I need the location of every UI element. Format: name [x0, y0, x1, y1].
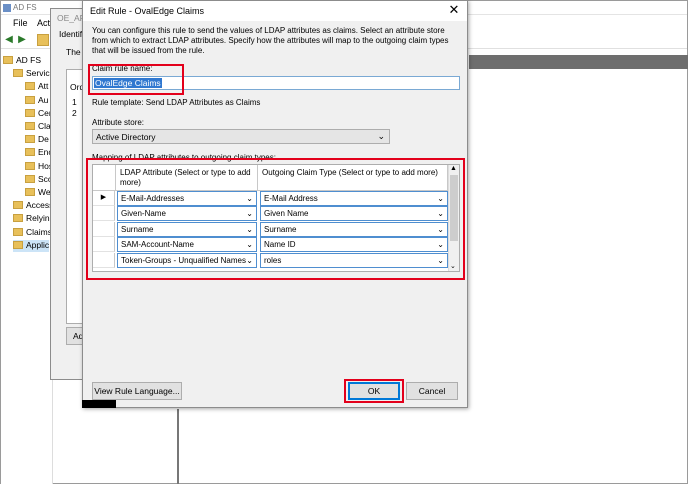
tree-item-label: Att — [38, 81, 49, 92]
tree-item[interactable]: Cer — [25, 108, 52, 120]
tree-item[interactable]: Au — [25, 95, 48, 107]
pane-divider — [177, 409, 179, 484]
highlight-box-mapping — [86, 158, 465, 280]
folder-icon — [25, 122, 35, 130]
highlight-box-ok — [344, 379, 404, 403]
tree-item[interactable]: Hos — [25, 161, 53, 173]
tree-item[interactable]: Applic — [13, 239, 50, 252]
tree-item[interactable]: Access — [13, 200, 53, 212]
folder-icon — [3, 56, 13, 64]
folder-icon — [13, 214, 23, 223]
tree-item[interactable]: Service — [13, 68, 54, 80]
folder-icon — [25, 161, 35, 170]
tree-item[interactable]: Att — [25, 81, 48, 93]
rule-row-order[interactable]: 1 — [72, 97, 77, 107]
rule-row-order[interactable]: 2 — [72, 108, 77, 118]
folder-up-icon[interactable] — [37, 34, 49, 46]
console-tree: AD FS Service Att Au Cer Cla De Enc Hos Sco We Acce… — [1, 51, 54, 484]
attribute-store-value: Active Directory — [96, 132, 156, 142]
tree-item-label: Applic — [26, 239, 50, 250]
folder-icon — [25, 82, 35, 91]
tree-item-label: We — [38, 187, 51, 197]
attribute-store-label: Attribute store: — [92, 118, 145, 127]
adfs-app-icon — [3, 4, 11, 12]
tab-identifiers[interactable]: Identifi — [59, 29, 84, 39]
folder-icon — [25, 148, 35, 157]
tree-item-label: Claims — [26, 226, 52, 237]
tree-item-label: De — [38, 134, 49, 145]
tree-item[interactable]: Sco — [25, 174, 53, 186]
folder-icon — [13, 69, 23, 78]
rule-template-text: Rule template: Send LDAP Attributes as C… — [92, 98, 261, 107]
dialog-title: Edit Rule - OvalEdge Claims — [90, 6, 205, 16]
folder-icon — [25, 188, 35, 196]
tree-item-label: AD FS — [16, 55, 42, 65]
tree-item[interactable]: De — [25, 134, 49, 146]
tree-item[interactable]: Cla — [25, 121, 51, 133]
edit-rule-dialog: Edit Rule - OvalEdge Claims ✕ You can co… — [82, 0, 468, 408]
view-rule-language-button[interactable]: View Rule Language... — [92, 382, 182, 400]
folder-icon — [25, 108, 35, 117]
folder-icon — [13, 227, 23, 236]
tree-item-label: Au — [38, 94, 49, 105]
tree-item[interactable]: Enc — [25, 147, 53, 159]
tree-item[interactable]: Relying — [13, 213, 54, 225]
menu-file[interactable]: File — [13, 18, 28, 28]
folder-icon — [25, 135, 35, 144]
highlight-box-claim-name — [88, 64, 184, 95]
dialog-description: You can configure this rule to send the … — [92, 26, 449, 55]
tree-item[interactable]: AD FS — [3, 55, 41, 67]
folder-icon — [25, 174, 35, 183]
attribute-store-select[interactable]: Active Directory ⌄ — [92, 129, 390, 144]
redaction-bar — [82, 400, 116, 408]
cancel-button[interactable]: Cancel — [406, 382, 458, 400]
folder-icon — [13, 240, 23, 249]
back-arrow-icon[interactable]: ◀ — [3, 34, 15, 46]
chevron-down-icon: ⌄ — [377, 131, 385, 141]
mmc-title: AD FS — [13, 3, 37, 12]
close-icon[interactable]: ✕ — [447, 3, 461, 17]
tree-item-label: Cla — [38, 121, 51, 131]
tree-item[interactable]: We — [25, 187, 51, 199]
dialog-titlebar: Edit Rule - OvalEdge Claims ✕ — [83, 1, 467, 21]
folder-icon — [25, 95, 35, 104]
tree-item[interactable]: Claims — [13, 227, 52, 239]
folder-icon — [13, 201, 23, 210]
actions-header-bar — [469, 55, 688, 69]
forward-arrow-icon[interactable]: ▶ — [16, 34, 28, 46]
